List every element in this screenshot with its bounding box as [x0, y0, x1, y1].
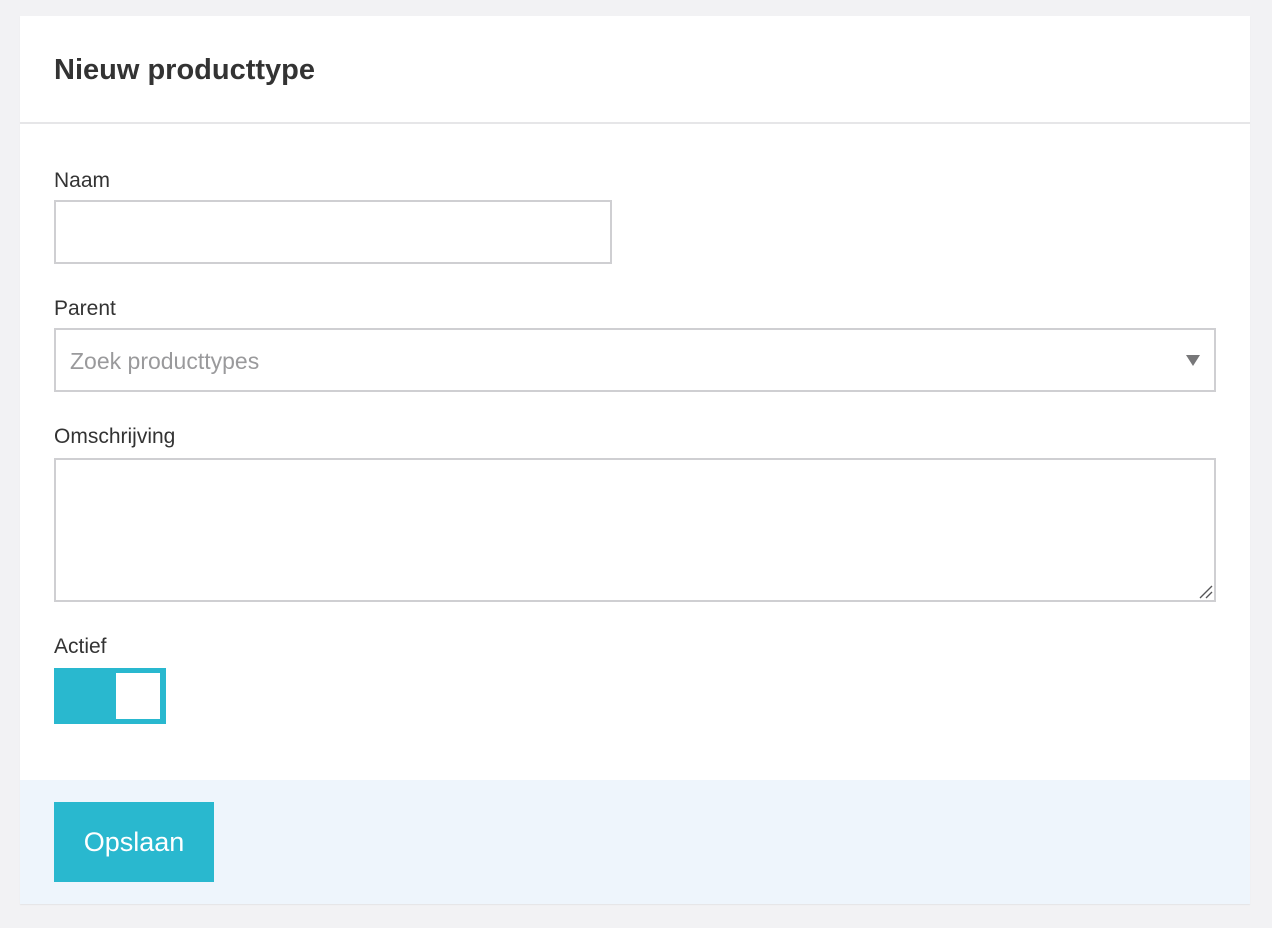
- description-textarea[interactable]: [54, 458, 1216, 602]
- name-input[interactable]: [54, 200, 612, 264]
- name-label: Naam: [54, 169, 111, 192]
- toggle-knob: [116, 673, 160, 719]
- card-header: Nieuw producttype: [20, 16, 1250, 124]
- save-button[interactable]: Opslaan: [54, 802, 214, 882]
- parent-label: Parent: [54, 297, 116, 320]
- description-label: Omschrijving: [54, 425, 176, 448]
- card-footer: Opslaan: [20, 780, 1250, 904]
- parent-select-placeholder: Zoek producttypes: [70, 348, 260, 374]
- product-type-form-card: Nieuw producttype Naam Parent Zoek produ…: [20, 16, 1250, 904]
- chevron-down-icon: [1186, 355, 1200, 366]
- active-toggle[interactable]: [54, 668, 166, 724]
- resize-handle-icon[interactable]: [1197, 583, 1213, 599]
- active-label: Actief: [54, 635, 107, 658]
- parent-select[interactable]: Zoek producttypes: [54, 328, 1216, 392]
- page-title: Nieuw producttype: [54, 54, 316, 86]
